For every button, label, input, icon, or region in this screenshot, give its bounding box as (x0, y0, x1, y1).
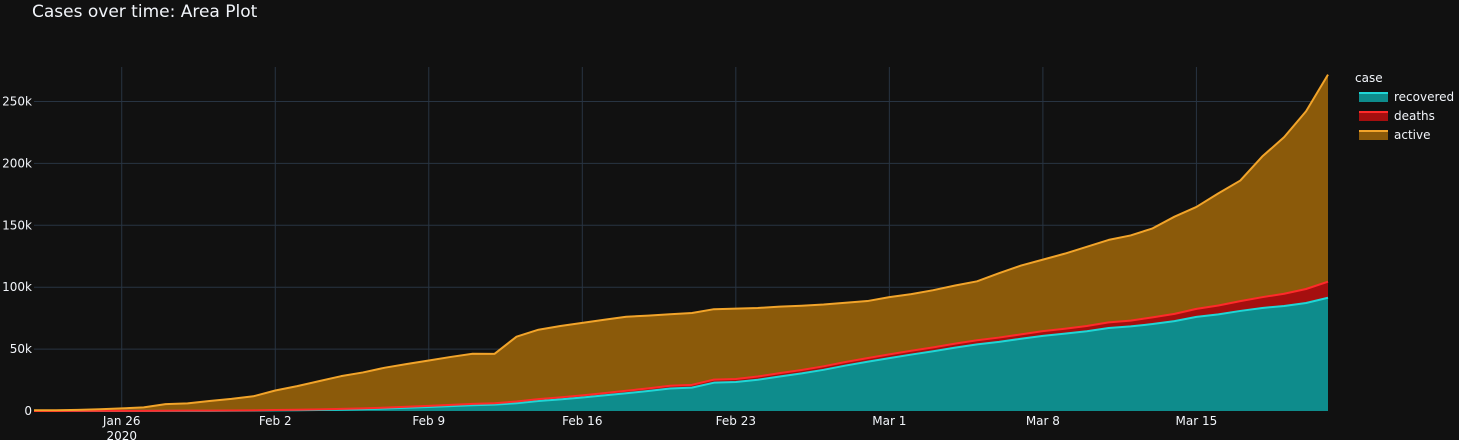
legend-item-active[interactable]: active (1359, 128, 1430, 142)
x-tick-label: Mar 1 (872, 414, 906, 428)
legend-title: case (1355, 71, 1383, 85)
y-tick-label: 150k (2, 218, 32, 232)
x-tick-label: Feb 9 (412, 414, 445, 428)
x-tick-label: Feb 2 (259, 414, 292, 428)
y-axis: 0 50k 100k 150k 200k 250k (2, 95, 32, 418)
chart-title: Cases over time: Area Plot (32, 2, 258, 22)
x-tick-label: Mar 8 (1026, 414, 1060, 428)
y-tick-label: 0 (24, 404, 32, 418)
legend[interactable]: case recovered deaths active (1355, 71, 1454, 142)
y-tick-label: 100k (2, 280, 32, 294)
x-tick-label: Feb 23 (716, 414, 756, 428)
x-tick-label: Mar 15 (1176, 414, 1218, 428)
legend-label: active (1394, 128, 1430, 142)
x-tick-label: Jan 26 (102, 414, 141, 428)
legend-label: recovered (1394, 90, 1454, 104)
x-tick-sublabel: 2020 (106, 429, 137, 440)
area-series-layer (34, 74, 1328, 411)
x-tick-label: Feb 16 (562, 414, 602, 428)
legend-label: deaths (1394, 109, 1435, 123)
legend-item-deaths[interactable]: deaths (1359, 109, 1435, 123)
area-chart: Cases over time: Area Plot Jan 262020 Feb… (2, 2, 1454, 440)
y-tick-label: 50k (10, 342, 32, 356)
y-tick-label: 250k (2, 95, 32, 109)
y-tick-label: 200k (2, 156, 32, 170)
legend-item-recovered[interactable]: recovered (1359, 90, 1454, 104)
x-axis: Jan 262020 Feb 2 Feb 9 Feb 16 Feb 23 Mar 1 Mar… (102, 414, 1217, 440)
